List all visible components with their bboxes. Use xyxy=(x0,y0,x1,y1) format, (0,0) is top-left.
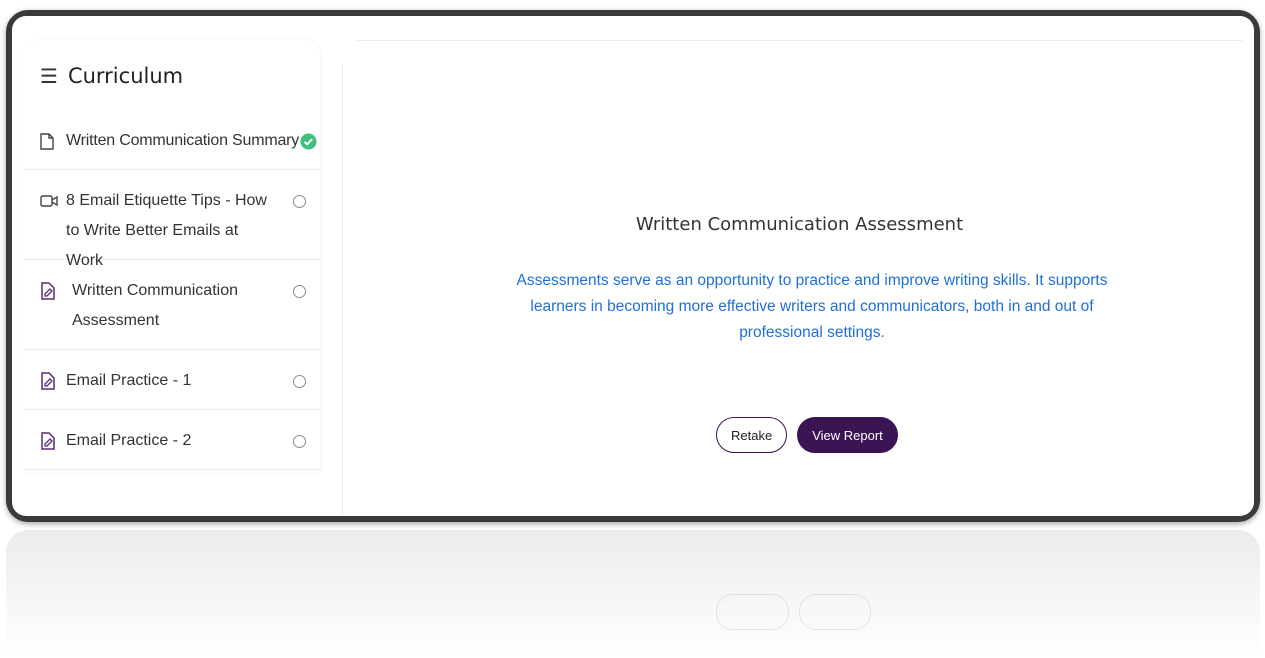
sidebar-title: Curriculum xyxy=(67,64,184,88)
sidebar-item-email-etiquette-video[interactable]: 8 Email Etiquette Tips - How to Write Be… xyxy=(24,170,320,269)
assessment-description: Assessments serve as an opportunity to p… xyxy=(516,272,1108,341)
sidebar-item-email-practice-2[interactable]: Email Practice - 2 xyxy=(24,410,320,470)
sidebar-item-written-communication-summary[interactable]: Written Communication Summary xyxy=(24,112,320,170)
sidebar-item-label: Written Communication Summary xyxy=(66,132,300,149)
completed-check-icon xyxy=(299,126,317,156)
app-frame: ☰ Curriculum Written Communication Summa… xyxy=(6,10,1260,522)
screen: ☰ Curriculum Written Communication Summa… xyxy=(12,16,1254,516)
incomplete-circle-icon xyxy=(284,276,306,306)
view-report-button[interactable]: View Report xyxy=(797,417,898,453)
sidebar-item-label: Email Practice - 2 xyxy=(66,432,192,449)
assessment-icon xyxy=(40,276,66,306)
assessment-icon xyxy=(40,426,66,456)
incomplete-circle-icon xyxy=(284,426,306,456)
sidebar-item-label: Email Practice - 1 xyxy=(66,372,192,389)
hamburger-menu-icon[interactable]: ☰ xyxy=(40,64,58,88)
sidebar-item-label: Written Communication Assessment xyxy=(72,282,238,329)
frame-reflection xyxy=(6,530,1260,658)
document-icon xyxy=(40,126,66,156)
assessment-icon xyxy=(40,366,66,396)
sidebar-header: ☰ Curriculum xyxy=(24,40,320,112)
action-buttons: Retake View Report xyxy=(716,417,898,453)
retake-button[interactable]: Retake xyxy=(716,417,788,453)
sidebar-item-written-communication-assessment[interactable]: Written Communication Assessment xyxy=(24,260,320,350)
top-divider xyxy=(357,40,1242,41)
assessment-title: Written Communication Assessment xyxy=(635,214,964,235)
sidebar-item-email-practice-1[interactable]: Email Practice - 1 xyxy=(24,350,320,410)
sidebar-divider xyxy=(342,64,343,516)
video-icon xyxy=(40,186,66,216)
incomplete-circle-icon xyxy=(284,366,306,396)
reflected-buttons xyxy=(716,594,871,630)
curriculum-sidebar: ☰ Curriculum Written Communication Summa… xyxy=(24,40,320,472)
incomplete-circle-icon xyxy=(284,186,306,216)
